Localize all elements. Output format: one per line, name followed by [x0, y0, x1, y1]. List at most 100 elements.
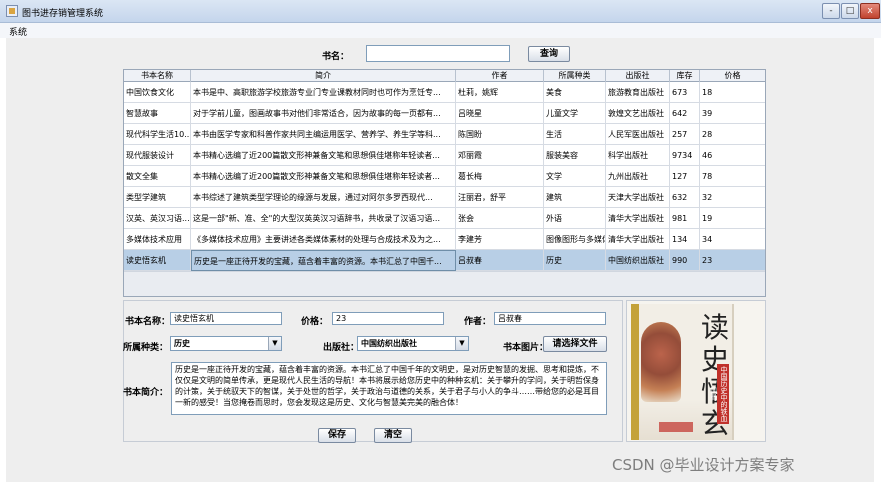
cell-author: 吕叔春 [456, 250, 544, 271]
price-label: 价格： [301, 317, 329, 327]
column-header-name[interactable]: 书本名称 [124, 70, 191, 82]
cell-stock: 9734 [670, 145, 700, 166]
publisher-select[interactable]: 中国纺织出版社 ▼ [357, 336, 469, 351]
category-select[interactable]: 历史 ▼ [170, 336, 282, 351]
cell-publisher: 旅游教育出版社 [606, 82, 670, 103]
cover-portrait [641, 322, 681, 402]
menu-system[interactable]: 系统 [9, 25, 27, 38]
book-cover-image: 读史悟玄机 中国历史中的铁血风骨 [631, 304, 734, 442]
author-label: 作者： [464, 317, 492, 327]
cell-stock: 642 [670, 103, 700, 124]
save-button[interactable]: 保存 [318, 428, 356, 443]
cell-intro: 本书综述了建筑类型学理论的缘源与发展，通过对阿尔多罗西现代... [191, 187, 456, 208]
cell-intro: 对于学前儿童，图画故事书对他们非常适合，因为故事的每一页都有... [191, 103, 456, 124]
cell-author: 汪丽君，舒平 [456, 187, 544, 208]
cell-price: 46 [702, 151, 713, 160]
category-label: 所属种类： [123, 343, 169, 353]
search-button[interactable]: 查询 [528, 46, 570, 62]
publisher-label: 出版社： [323, 343, 360, 353]
cell-name: 汉英、英汉习语... [124, 208, 191, 229]
column-header-intro[interactable]: 简介 [191, 70, 456, 82]
minimize-button[interactable]: - [822, 3, 840, 19]
cell-intro: 本书精心选编了近200篇散文形神兼备文笔和思想俱佳堪称年轻读者... [191, 145, 456, 166]
table-row[interactable]: 汉英、英汉习语... 这是一部"新、准、全"的大型汉英英汉习语辞书，共收录了汉语… [124, 208, 765, 229]
cell-price: 32 [702, 193, 713, 202]
column-header-author[interactable]: 作者 [456, 70, 544, 82]
cell-intro: 本书精心选编了近200篇散文形神兼备文笔和思想俱佳堪称年轻读者... [191, 166, 456, 187]
publisher-select-value: 中国纺织出版社 [361, 339, 417, 348]
cell-category: 儿童文学 [544, 103, 606, 124]
table-row[interactable]: 多媒体技术应用 《多媒体技术应用》主要讲述各类媒体素材的处理与合成技术及为之..… [124, 229, 765, 250]
cell-name: 现代科学生活10... [124, 124, 191, 145]
search-label: 书名： [322, 52, 350, 62]
app-window: 图书进存销管理系统 - □ x 系统 书名： 查询 书本名称 简介 作者 所属种… [0, 0, 881, 486]
table-row[interactable]: 现代服装设计 本书精心选编了近200篇散文形神兼备文笔和思想俱佳堪称年轻读者..… [124, 145, 765, 166]
cell-name: 类型学建筑 [124, 187, 191, 208]
chevron-down-icon: ▼ [455, 337, 468, 350]
maximize-button[interactable]: □ [841, 3, 859, 19]
author-field[interactable]: 吕叔春 [494, 312, 606, 325]
table-row-selected[interactable]: 读史悟玄机 历史是一座正待开发的宝藏，蕴含着丰富的资源。本书汇总了中国千... … [124, 250, 765, 271]
cell-name: 散文全集 [124, 166, 191, 187]
title-bar: 图书进存销管理系统 - □ x [0, 0, 881, 23]
search-input[interactable] [366, 45, 510, 62]
app-icon [6, 5, 18, 17]
book-table[interactable]: 书本名称 简介 作者 所属种类 出版社 库存 价格 中国饮食文化 本书是中、高职… [123, 69, 766, 297]
cell-intro: 本书是中、高职旅游学校旅游专业门专业课教材同时也可作为烹饪专... [191, 82, 456, 103]
column-header-stock[interactable]: 库存 [670, 70, 700, 82]
cell-stock: 257 [670, 124, 700, 145]
cell-author: 邓丽霞 [456, 145, 544, 166]
cell-stock: 134 [670, 229, 700, 250]
table-row[interactable]: 类型学建筑 本书综述了建筑类型学理论的缘源与发展，通过对阿尔多罗西现代... 汪… [124, 187, 765, 208]
name-field[interactable]: 读史悟玄机 [170, 312, 282, 325]
cell-publisher: 天津大学出版社 [606, 187, 670, 208]
intro-label: 书本简介： [123, 388, 169, 398]
cell-publisher: 清华大学出版社 [606, 208, 670, 229]
cell-price: 19 [702, 214, 713, 223]
choose-file-button[interactable]: 请选择文件 [543, 336, 607, 352]
cell-publisher: 敦煌文艺出版社 [606, 103, 670, 124]
cell-stock: 981 [670, 208, 700, 229]
cell-category: 图像图形与多媒体 [544, 229, 606, 250]
cell-intro: 历史是一座正待开发的宝藏，蕴含着丰富的资源。本书汇总了中国千... [191, 250, 456, 271]
name-label: 书本名称： [125, 317, 171, 327]
image-label: 书本图片： [503, 343, 549, 353]
menu-bar: 系统 [0, 23, 881, 38]
table-row[interactable]: 现代科学生活10... 本书由医学专家和科普作家共同主编运用医学、营养学、养生学… [124, 124, 765, 145]
table-row[interactable]: 中国饮食文化 本书是中、高职旅游学校旅游专业门专业课教材同时也可作为烹饪专...… [124, 82, 765, 103]
cell-publisher: 中国纺织出版社 [606, 250, 670, 271]
column-header-price[interactable]: 价格 [700, 70, 765, 82]
cell-category: 文学 [544, 166, 606, 187]
cover-spine [631, 304, 639, 440]
cell-category: 美食 [544, 82, 606, 103]
cell-stock: 990 [670, 250, 700, 271]
table-row[interactable]: 智慧故事 对于学前儿童，图画故事书对他们非常适合，因为故事的每一页都有... 吕… [124, 103, 765, 124]
cell-publisher: 人民军医出版社 [606, 124, 670, 145]
cell-name: 多媒体技术应用 [124, 229, 191, 250]
cell-category: 外语 [544, 208, 606, 229]
price-field[interactable]: 23 [332, 312, 444, 325]
cell-publisher: 清华大学出版社 [606, 229, 670, 250]
cell-category: 历史 [544, 250, 606, 271]
cell-author: 吕晓星 [456, 103, 544, 124]
table-row[interactable]: 散文全集 本书精心选编了近200篇散文形神兼备文笔和思想俱佳堪称年轻读者... … [124, 166, 765, 187]
column-header-publisher[interactable]: 出版社 [606, 70, 670, 82]
cell-author: 葛长梅 [456, 166, 544, 187]
cell-price: 39 [702, 109, 713, 118]
cell-intro: 本书由医学专家和科普作家共同主编运用医学、营养学、养生学等科... [191, 124, 456, 145]
cell-stock: 632 [670, 187, 700, 208]
cell-stock: 673 [670, 82, 700, 103]
cover-subtitle: 中国历史中的铁血风骨 [710, 364, 729, 424]
cell-author: 杜莉，姚辉 [456, 82, 544, 103]
cell-intro: 《多媒体技术应用》主要讲述各类媒体素材的处理与合成技术及为之... [191, 229, 456, 250]
cell-price: 28 [702, 130, 713, 139]
intro-textarea[interactable]: 历史是一座正待开发的宝藏，蕴含着丰富的资源。本书汇总了中国千年的文明史，是对历史… [171, 362, 607, 415]
cell-name: 智慧故事 [124, 103, 191, 124]
table-header: 书本名称 简介 作者 所属种类 出版社 库存 价格 [124, 70, 765, 82]
cell-author: 李建芳 [456, 229, 544, 250]
cover-title: 读史悟玄机 [700, 311, 729, 442]
close-button[interactable]: x [860, 3, 880, 19]
clear-button[interactable]: 清空 [374, 428, 412, 443]
column-header-category[interactable]: 所属种类 [544, 70, 606, 82]
cell-price: 23 [702, 256, 713, 265]
